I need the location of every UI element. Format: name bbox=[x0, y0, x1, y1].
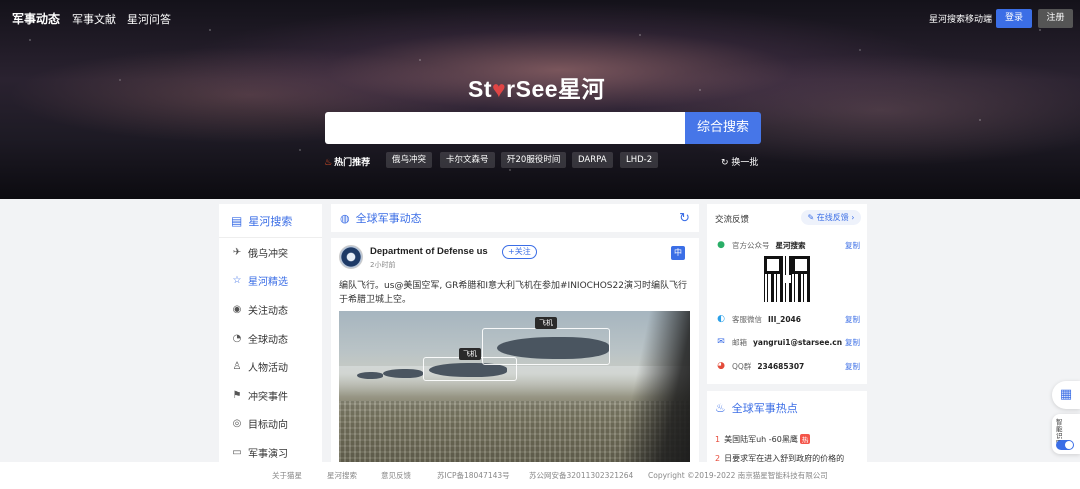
copy-button[interactable]: 复制 bbox=[845, 337, 860, 348]
feed-header: ◍ 全球军事动态 ↻ bbox=[331, 204, 699, 232]
nav-military-literature[interactable]: 军事文献 bbox=[72, 11, 116, 27]
contact-row-wechat: ● 官方公众号 星河搜索 复制 bbox=[715, 239, 860, 251]
hot-topics-header: ♨ 全球军事热点 bbox=[715, 401, 798, 415]
mail-icon: ✉ bbox=[717, 337, 725, 347]
search-button[interactable]: 综合搜索 bbox=[685, 112, 761, 144]
footer-copyright: Copyright ©2019-2022 南京猫星智能科技有限公司 bbox=[648, 471, 828, 480]
jet-aircraft bbox=[357, 372, 383, 379]
location-icon: ◎ bbox=[232, 418, 242, 430]
feed-post[interactable]: Department of Defense us +关注 2小时前 中 编队飞行… bbox=[331, 238, 699, 489]
register-button[interactable]: 注册 bbox=[1038, 9, 1073, 28]
hot-tag[interactable]: LHD-2 bbox=[620, 152, 659, 168]
online-feedback-button[interactable]: ✎ 在线反馈 › bbox=[801, 210, 861, 225]
broadcast-icon: ◉ bbox=[232, 303, 242, 315]
footer-link[interactable]: 星河搜索 bbox=[327, 470, 357, 481]
star-pick-icon: ☆ bbox=[232, 275, 242, 287]
smart-image-recognition-toggle[interactable]: 智能识图 bbox=[1052, 414, 1080, 454]
exercise-icon: ▭ bbox=[232, 446, 242, 458]
jet-aircraft bbox=[383, 369, 423, 378]
footer-link[interactable]: 意见反馈 bbox=[381, 470, 411, 481]
logo-text-latin: St bbox=[468, 76, 492, 102]
sidebar-item-russia-ukraine[interactable]: ✈ 俄乌冲突 bbox=[219, 238, 322, 267]
footer-link[interactable]: 苏公网安备32011302321264 bbox=[529, 470, 633, 481]
post-time: 2小时前 bbox=[370, 261, 396, 269]
sidebar-title: 星河搜索 bbox=[248, 214, 293, 228]
hot-tag[interactable]: 歼20服役时间 bbox=[501, 152, 567, 168]
copy-button[interactable]: 复制 bbox=[845, 361, 860, 372]
person-icon: ♙ bbox=[232, 361, 242, 373]
sidebar-header: ▤ 星河搜索 bbox=[219, 204, 322, 238]
flag-icon: ⚑ bbox=[232, 389, 242, 401]
refresh-tags-button[interactable]: ↻ 换一批 bbox=[721, 155, 758, 168]
detection-label: 飞机 bbox=[459, 348, 481, 360]
author-avatar[interactable] bbox=[339, 245, 363, 269]
logo-text-cn: 星河 bbox=[558, 76, 606, 102]
search-input[interactable] bbox=[325, 112, 685, 144]
hot-tag[interactable]: 卡尔文森号 bbox=[440, 152, 495, 168]
post-text: 编队飞行。us@美国空军, GR希腊和I意大利飞机在参加#INIOCHOS22演… bbox=[339, 281, 687, 305]
globe-icon: ◍ bbox=[340, 211, 350, 225]
service-icon: ◐ bbox=[717, 314, 725, 324]
fire-icon: ♨ bbox=[324, 158, 333, 168]
hot-tag[interactable]: DARPA bbox=[572, 152, 613, 168]
sidebar-item-global[interactable]: ◔ 全球动态 bbox=[219, 324, 322, 353]
qr-code bbox=[762, 254, 812, 304]
hot-tag[interactable]: 俄乌冲突 bbox=[386, 152, 433, 168]
refresh-icon: ↻ bbox=[721, 158, 729, 168]
rocket-icon: ✈ bbox=[232, 246, 242, 258]
wechat-icon: ● bbox=[717, 240, 725, 250]
logo-pin-icon: ♥ bbox=[492, 76, 507, 102]
post-author[interactable]: Department of Defense us bbox=[370, 246, 488, 257]
detection-label: 飞机 bbox=[535, 317, 557, 329]
sidebar-item-targets[interactable]: ◎ 目标动向 bbox=[219, 410, 322, 439]
footer-link[interactable]: 苏ICP备18047143号 bbox=[437, 470, 510, 481]
login-button[interactable]: 登录 bbox=[996, 9, 1032, 28]
top-navigation: 军事动态 军事文献 星河问答 星河搜索移动端 登录 注册 bbox=[0, 0, 1080, 36]
left-sidebar: ▤ 星河搜索 ✈ 俄乌冲突 ☆ 星河精选 ◉ 关注动态 ◔ 全球动态 ♙ 人物活动 ⚑ 冲突… bbox=[219, 204, 322, 489]
nav-qa[interactable]: 星河问答 bbox=[127, 11, 171, 27]
contact-row-qq: ◕ QQ群 234685307 复制 bbox=[715, 360, 860, 372]
site-logo[interactable]: St♥rSee星河 bbox=[468, 70, 605, 104]
hot-topic-item[interactable]: 1 美国陆军uh -60黑鹰热 bbox=[715, 434, 860, 445]
hot-badge: 热 bbox=[799, 434, 811, 444]
sidebar-item-people[interactable]: ♙ 人物活动 bbox=[219, 352, 322, 381]
footer: 关于猫星 星河搜索 意见反馈 苏ICP备18047143号 苏公网安备32011… bbox=[0, 462, 1080, 489]
hot-recommend-label: ♨ 热门推荐 bbox=[324, 158, 371, 168]
list-icon: ▤ bbox=[231, 213, 243, 228]
sidebar-item-featured[interactable]: ☆ 星河精选 bbox=[219, 267, 322, 296]
qq-icon: ◕ bbox=[717, 361, 725, 371]
contact-title: 交流反馈 bbox=[715, 215, 750, 225]
hero-banner: 军事动态 军事文献 星河问答 星河搜索移动端 登录 注册 St♥rSee星河 综… bbox=[0, 0, 1080, 199]
nav-military-news[interactable]: 军事动态 bbox=[12, 10, 60, 27]
logo-text-latin-rest: rSee bbox=[506, 76, 559, 102]
fire-icon: ♨ bbox=[715, 401, 726, 415]
toggle-switch[interactable] bbox=[1056, 440, 1074, 450]
mobile-version-link[interactable]: 星河搜索移动端 bbox=[929, 12, 992, 25]
contact-row-service: ◐ 客服微信 III_2046 复制 bbox=[715, 313, 860, 325]
sidebar-item-following[interactable]: ◉ 关注动态 bbox=[219, 295, 322, 324]
follow-button[interactable]: +关注 bbox=[502, 245, 537, 259]
floating-qr-icon[interactable]: ▦ bbox=[1052, 381, 1080, 409]
copy-button[interactable]: 复制 bbox=[845, 240, 860, 251]
chat-icon: ✎ bbox=[807, 213, 815, 222]
reload-icon[interactable]: ↻ bbox=[679, 211, 690, 226]
contact-row-email: ✉ 邮箱 yangrui1@starsee.cn 复制 bbox=[715, 336, 860, 348]
translate-badge[interactable]: 中 bbox=[671, 246, 685, 260]
detection-box[interactable] bbox=[423, 357, 517, 381]
sidebar-item-conflicts[interactable]: ⚑ 冲突事件 bbox=[219, 381, 322, 410]
footer-link[interactable]: 关于猫星 bbox=[272, 470, 302, 481]
feed-title: 全球军事动态 bbox=[355, 212, 422, 225]
copy-button[interactable]: 复制 bbox=[845, 314, 860, 325]
compass-icon: ◔ bbox=[232, 332, 242, 344]
